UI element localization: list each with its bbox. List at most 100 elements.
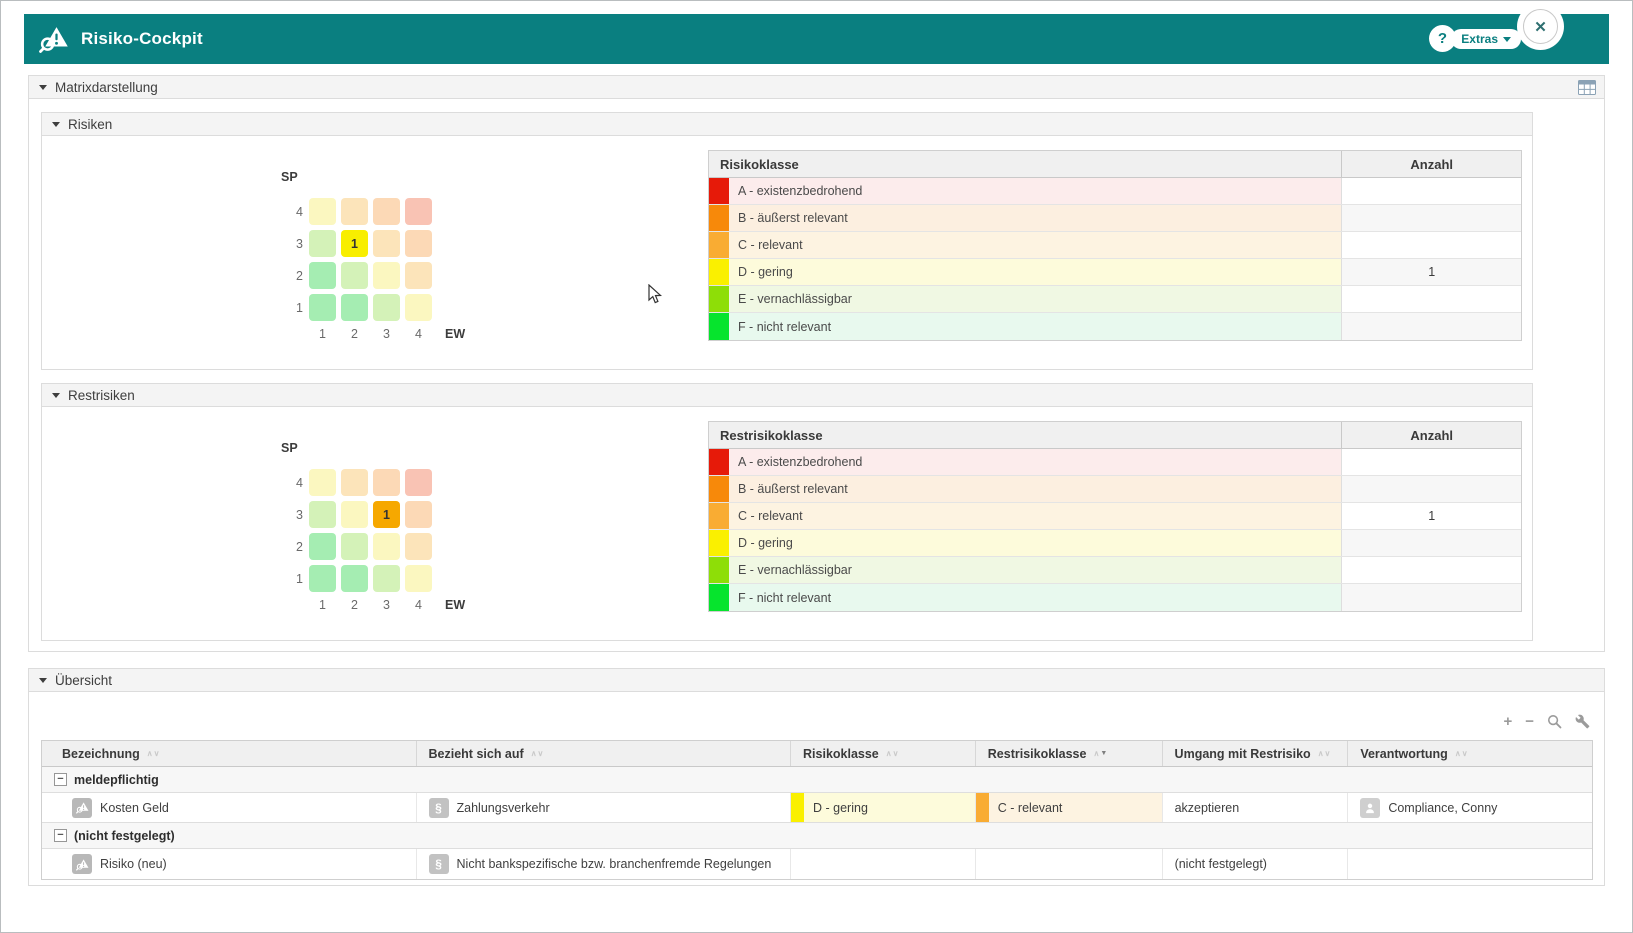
matrix-cell [341, 469, 368, 496]
close-button[interactable]: ✕ [1523, 9, 1558, 44]
mouse-cursor [648, 284, 663, 305]
column-header-restrisikoklasse[interactable]: Restrisikoklasse ∧▼ [976, 741, 1163, 766]
search-icon[interactable] [1547, 714, 1562, 729]
class-label: C - relevant [729, 503, 1342, 529]
risiken-matrix-grid: 1 [309, 198, 432, 321]
class-label: B - äußerst relevant [729, 476, 1342, 502]
group-label: (nicht festgelegt) [74, 829, 175, 843]
sort-asc-icon[interactable]: ∧ [531, 749, 538, 758]
restrisiken-header[interactable]: Restrisiken [41, 383, 1533, 407]
matrix-cell [373, 533, 400, 560]
matrix-row-labels: 4 3 2 1 [285, 469, 303, 592]
matrixdarstellung-header[interactable]: Matrixdarstellung [28, 75, 1605, 99]
cell-verantwortung: Compliance, Conny [1388, 801, 1497, 815]
matrix-cell [341, 294, 368, 321]
col-tick: 3 [373, 327, 400, 341]
count-column-header: Anzahl [1341, 151, 1521, 177]
table-row: E - vernachlässigbar [709, 557, 1521, 584]
cell-bezieht-sich-auf: Zahlungsverkehr [457, 801, 550, 815]
class-label: C - relevant [729, 232, 1342, 258]
uebersicht-header[interactable]: Übersicht [28, 668, 1605, 692]
matrix-cell [309, 198, 336, 225]
table-row: D - gering 1 [709, 259, 1521, 286]
column-header-risikoklasse[interactable]: Risikoklasse ∧∨ [791, 741, 976, 766]
table-row-risiko-neu[interactable]: Risiko (neu) § Nicht bankspezifische bzw… [42, 849, 1592, 879]
table-row: B - äußerst relevant [709, 476, 1521, 503]
column-header-bezeichnung[interactable]: Bezeichnung ∧∨ [42, 741, 417, 766]
sort-desc-icon[interactable]: ∨ [538, 749, 545, 758]
class-label: F - nicht relevant [729, 313, 1342, 340]
restrisiken-subpanel: Restrisiken SP 4 3 2 1 [41, 383, 1533, 641]
class-count [1341, 449, 1521, 475]
sort-desc-icon[interactable]: ∨ [1462, 749, 1469, 758]
class-count [1341, 286, 1521, 312]
risiko-item-icon [72, 798, 92, 818]
class-count [1341, 530, 1521, 556]
count-column-header: Anzahl [1341, 422, 1521, 448]
table-row: F - nicht relevant [709, 313, 1521, 340]
table-row: E - vernachlässigbar [709, 286, 1521, 313]
matrix-cell [373, 230, 400, 257]
group-row-nicht-festgelegt[interactable]: − (nicht festgelegt) [42, 823, 1592, 849]
restrisikoklasse-table-header: Restrisikoklasse Anzahl [709, 422, 1521, 449]
class-count [1341, 557, 1521, 583]
sort-desc-icon[interactable]: ∨ [154, 749, 161, 758]
class-color-swatch [709, 286, 729, 312]
column-header-umgang-mit-restrisiko[interactable]: Umgang mit Restrisiko ∧∨ [1163, 741, 1349, 766]
cell-bezieht-sich-auf: Nicht bankspezifische bzw. branchenfremd… [457, 857, 772, 871]
collapse-all-icon[interactable]: − [1525, 714, 1534, 729]
matrix-cell [309, 469, 336, 496]
matrix-cell [405, 469, 432, 496]
matrix-cell [341, 501, 368, 528]
table-view-icon[interactable] [1578, 80, 1596, 95]
settings-wrench-icon[interactable] [1575, 714, 1590, 729]
risiken-matrix: SP 4 3 2 1 1 [267, 164, 507, 364]
matrix-cell [309, 565, 336, 592]
expand-all-icon[interactable]: + [1503, 714, 1512, 729]
uebersicht-toolbar: + − [1503, 714, 1590, 729]
column-header-bezieht-sich-auf[interactable]: Bezieht sich auf ∧∨ [417, 741, 792, 766]
sort-asc-icon[interactable]: ∧ [1093, 749, 1100, 758]
collapse-group-icon[interactable]: − [54, 829, 67, 842]
class-color-swatch [709, 503, 729, 529]
sort-asc-icon[interactable]: ∧ [147, 749, 154, 758]
matrix-cell [309, 533, 336, 560]
sort-asc-icon[interactable]: ∧ [1455, 749, 1462, 758]
col-tick: 4 [405, 598, 432, 612]
table-row: C - relevant [709, 232, 1521, 259]
matrix-cell [309, 262, 336, 289]
sort-asc-icon[interactable]: ∧ [886, 749, 893, 758]
group-label: meldepflichtig [74, 773, 159, 787]
matrix-cell [373, 198, 400, 225]
class-label: B - äußerst relevant [729, 205, 1342, 231]
sort-asc-icon[interactable]: ∧ [1318, 749, 1325, 758]
table-row: C - relevant 1 [709, 503, 1521, 530]
sort-desc-active-icon[interactable]: ▼ [1100, 750, 1108, 757]
cell-umgang: (nicht festgelegt) [1175, 857, 1267, 871]
class-color-swatch [709, 530, 729, 556]
matrix-cell [405, 501, 432, 528]
collapse-caret-icon [52, 393, 60, 398]
column-header-verantwortung[interactable]: Verantwortung ∧∨ [1348, 741, 1592, 766]
class-color-swatch [791, 793, 804, 822]
class-color-swatch [709, 205, 729, 231]
collapse-group-icon[interactable]: − [54, 773, 67, 786]
risiko-item-icon [72, 854, 92, 874]
risiken-body: SP 4 3 2 1 1 [41, 136, 1533, 370]
sort-desc-icon[interactable]: ∨ [893, 749, 900, 758]
class-color-swatch [709, 232, 729, 258]
table-row-kosten-geld[interactable]: Kosten Geld § Zahlungsverkehr D - gering… [42, 793, 1592, 823]
matrix-x-axis-label: EW [445, 598, 465, 612]
class-color-swatch [976, 793, 989, 822]
class-color-swatch [709, 259, 729, 285]
sort-desc-icon[interactable]: ∨ [1325, 749, 1332, 758]
matrix-cell-marked: 1 [341, 230, 368, 257]
group-row-meldepflichtig[interactable]: − meldepflichtig [42, 767, 1592, 793]
risiken-header[interactable]: Risiken [41, 112, 1533, 136]
paragraph-icon: § [429, 798, 449, 818]
matrix-cell [373, 565, 400, 592]
table-row: A - existenzbedrohend [709, 449, 1521, 476]
extras-button[interactable]: Extras [1451, 29, 1521, 49]
matrix-y-axis-label: SP [281, 441, 298, 455]
matrixdarstellung-section: Matrixdarstellung Risiken SP 4 3 [28, 75, 1605, 652]
